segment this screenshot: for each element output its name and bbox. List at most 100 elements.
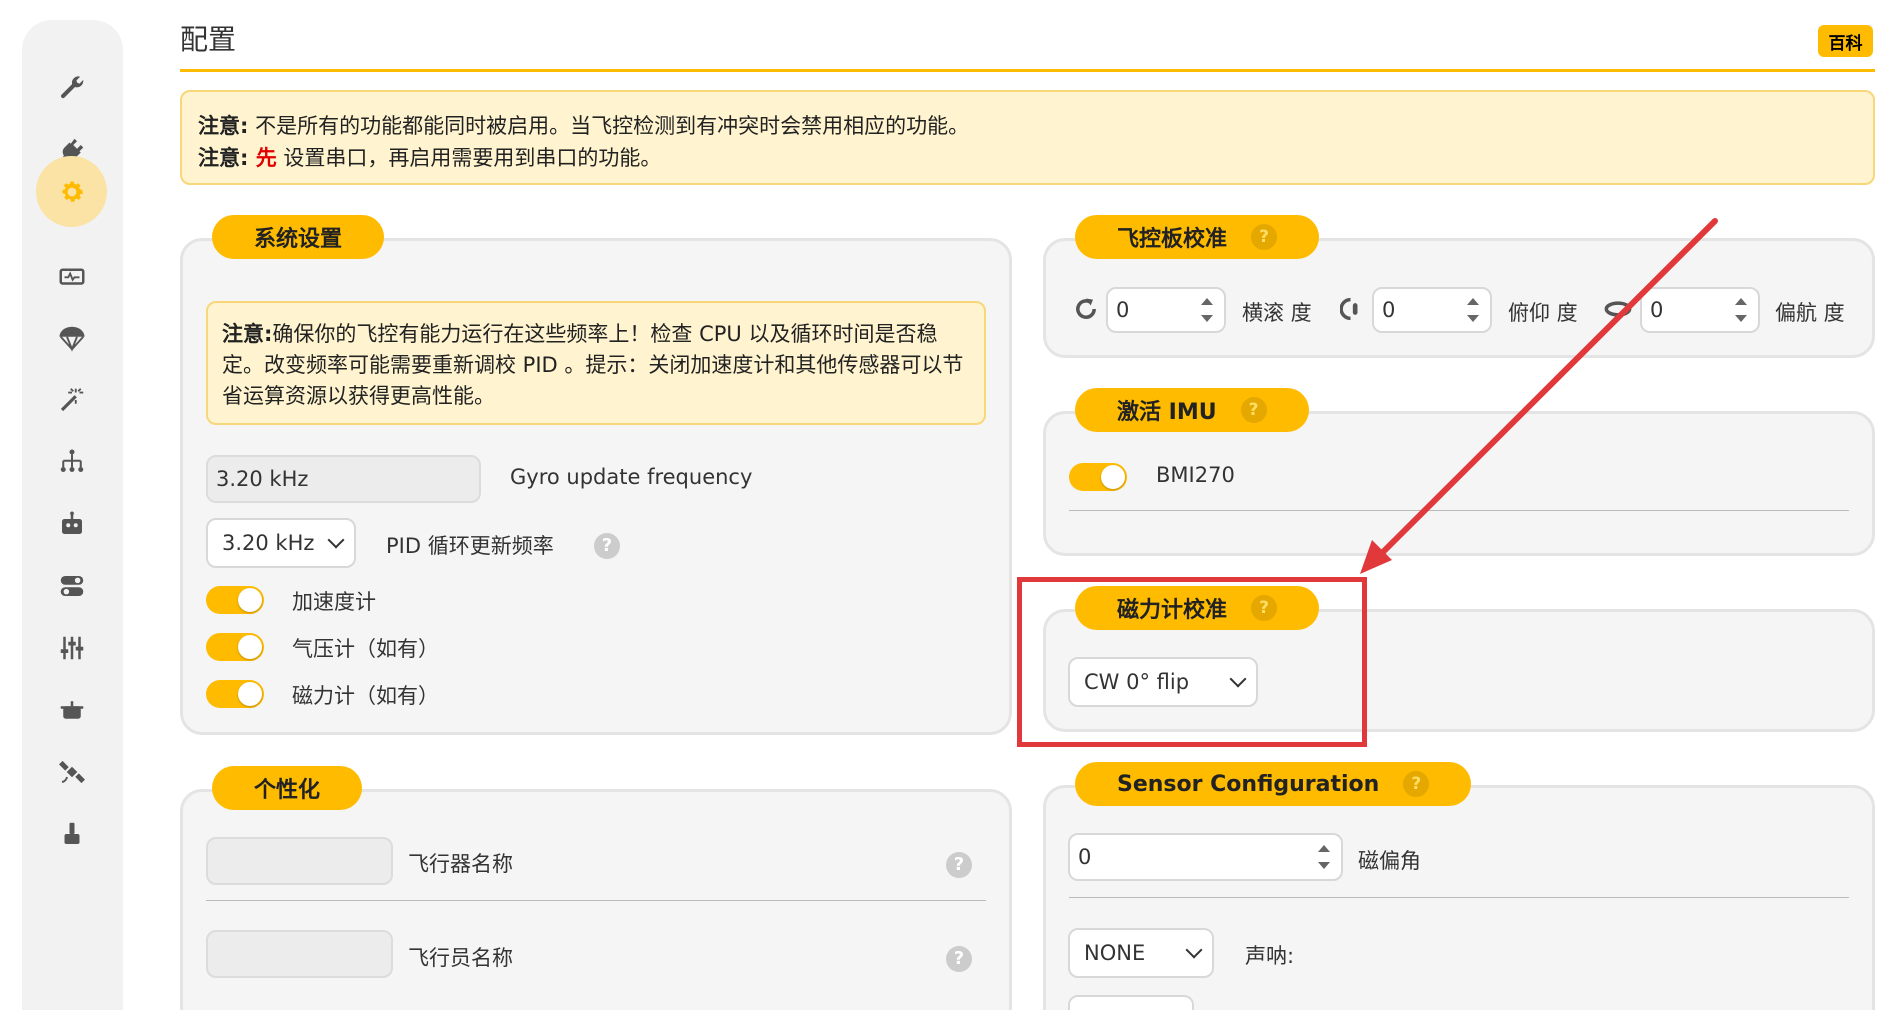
pilot-name-label: 飞行员名称 (408, 946, 513, 970)
notice-box: 注意: 不是所有的功能都能同时被启用。当飞控检测到有冲突时会禁用相应的功能。 注… (180, 90, 1875, 185)
pitch-input[interactable]: 0 (1372, 287, 1492, 333)
sidebar-item-setup[interactable] (36, 52, 107, 123)
chevron-down-icon (1185, 941, 1203, 959)
help-icon[interactable]: ? (1251, 224, 1278, 250)
toggle-knob (238, 635, 262, 659)
parachute-icon (59, 326, 84, 352)
magnetometer-toggle[interactable] (206, 680, 264, 708)
pitch-label: 俯仰 度 (1508, 301, 1578, 325)
sliders-icon (60, 636, 83, 659)
satellite-icon (58, 760, 85, 783)
divider (1069, 510, 1849, 511)
imu-toggle[interactable] (1069, 463, 1127, 491)
spinner-icon[interactable] (1734, 296, 1748, 324)
panel-title: 激活 IMU (1117, 400, 1217, 425)
panel-title: 个性化 (254, 778, 321, 803)
input-value: 0 (1650, 298, 1664, 322)
input-value: 0 (1116, 298, 1130, 322)
system-settings-tag: 系统设置 (212, 215, 385, 259)
pid-frequency-label: PID 循环更新频率 (386, 534, 554, 558)
select-value: 3.20 kHz (222, 531, 315, 555)
accelerometer-toggle[interactable] (206, 586, 264, 614)
sidebar-item-adjustments[interactable] (36, 550, 107, 621)
input-value: 0 (1078, 845, 1092, 869)
pid-frequency-select[interactable]: 3.20 kHz (206, 518, 356, 568)
sidebar-item-failsafe[interactable] (36, 302, 107, 373)
spinner-icon[interactable] (1317, 843, 1331, 871)
title-underline (180, 69, 1875, 72)
board-alignment-tag: 飞控板校准? (1075, 215, 1320, 259)
yaw-label: 偏航 度 (1775, 301, 1845, 325)
sidebar-item-osd[interactable] (36, 798, 107, 869)
roll-icon (1076, 298, 1096, 319)
help-icon[interactable]: ? (594, 533, 620, 559)
robot-icon (61, 511, 82, 534)
extra-select[interactable] (1068, 995, 1194, 1010)
pot-icon (60, 700, 83, 719)
yaw-icon (1604, 301, 1632, 317)
system-note: 注意:确保你的飞控有能力运行在这些频率上！检查 CPU 以及循环时间是否稳定。改… (206, 301, 986, 425)
accelerometer-label: 加速度计 (292, 590, 376, 614)
barometer-toggle[interactable] (206, 633, 264, 661)
annotation-highlight-box (1017, 577, 1367, 747)
sidebar-item-gps[interactable] (36, 736, 107, 807)
sidebar-item-motors[interactable] (36, 674, 107, 745)
spinner-icon[interactable] (1200, 296, 1214, 324)
gear-icon (62, 181, 83, 202)
sidebar (22, 20, 123, 1010)
roll-label: 横滚 度 (1242, 301, 1312, 325)
chevron-down-icon (327, 531, 345, 549)
gyro-frequency-label: Gyro update frequency (510, 465, 753, 489)
select-value: NONE (1084, 941, 1146, 965)
wiki-button[interactable]: 百科 (1818, 25, 1873, 57)
help-icon[interactable]: ? (1403, 771, 1430, 797)
gyro-frequency-field[interactable]: 3.20 kHz (206, 455, 481, 503)
notice-line-1: 注意: 不是所有的功能都能同时被启用。当飞控检测到有冲突时会禁用相应的功能。 (198, 110, 1857, 142)
pilot-name-input[interactable] (206, 930, 393, 978)
magnetometer-label: 磁力计（如有） (292, 684, 439, 708)
craft-name-input[interactable] (206, 837, 393, 885)
notice-label: 注意: (198, 114, 249, 138)
help-icon[interactable]: ? (946, 946, 972, 972)
craft-name-label: 飞行器名称 (408, 852, 513, 876)
sidebar-item-presets[interactable] (36, 364, 107, 435)
help-icon[interactable]: ? (946, 852, 972, 878)
toggle-knob (238, 682, 262, 706)
magic-wand-icon (60, 387, 83, 411)
divider (1069, 897, 1849, 898)
declination-input[interactable]: 0 (1068, 833, 1343, 881)
sidebar-item-servos[interactable] (36, 612, 107, 683)
stamp-icon (64, 822, 79, 844)
page-title: 配置 (180, 23, 237, 56)
sidebar-item-power[interactable] (36, 240, 107, 311)
notice-label: 注意: (198, 146, 249, 170)
sensor-configuration-tag: Sensor Configuration? (1075, 762, 1472, 806)
help-icon[interactable]: ? (1240, 397, 1267, 423)
imu-sensor-label: BMI270 (1156, 463, 1235, 487)
spinner-icon[interactable] (1466, 296, 1480, 324)
yaw-input[interactable]: 0 (1640, 287, 1760, 333)
network-icon (60, 449, 83, 472)
panel-title: 飞控板校准 (1117, 227, 1228, 252)
roll-input[interactable]: 0 (1106, 287, 1226, 333)
sonar-select[interactable]: NONE (1068, 928, 1214, 978)
sidebar-item-configuration[interactable] (36, 156, 107, 227)
sidebar-item-receiver[interactable] (36, 426, 107, 497)
sidebar-item-modes[interactable] (36, 488, 107, 559)
monitor-icon (59, 268, 84, 285)
wrench-icon (60, 75, 83, 98)
panel-title: Sensor Configuration (1117, 771, 1380, 797)
panel-title: 系统设置 (254, 227, 343, 252)
toggle-knob (1101, 465, 1125, 489)
divider (206, 900, 986, 901)
active-imu-tag: 激活 IMU? (1075, 388, 1309, 432)
notice-line-2: 注意: 先 设置串口，再启用需要用到串口的功能。 (198, 142, 1857, 174)
sonar-label: 声呐: (1245, 944, 1295, 968)
note-label: 注意: (222, 322, 273, 346)
barometer-label: 气压计（如有） (292, 637, 439, 661)
notice-text: 不是所有的功能都能同时被启用。当飞控检测到有冲突时会禁用相应的功能。 (248, 114, 970, 138)
declination-label: 磁偏角 (1358, 849, 1421, 873)
toggles-icon (60, 575, 83, 596)
notice-highlight: 先 (248, 146, 277, 170)
notice-text: 设置串口，再启用需要用到串口的功能。 (276, 146, 662, 170)
